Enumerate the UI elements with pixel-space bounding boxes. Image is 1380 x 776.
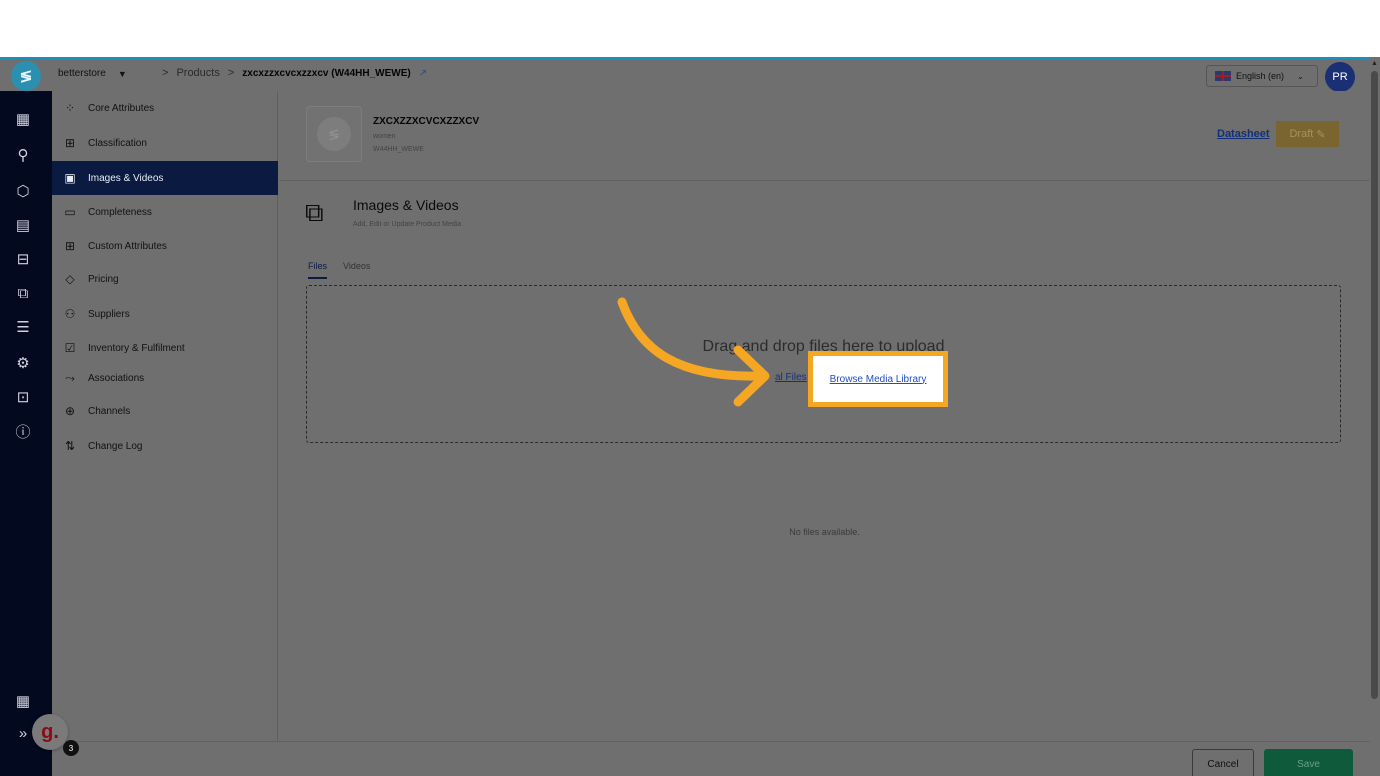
menu-item-label: Custom Attributes — [88, 240, 167, 252]
guide-widget-count-badge: 3 — [63, 740, 79, 756]
image-icon: ▣ — [64, 171, 76, 185]
scroll-up-icon[interactable]: ▲ — [1371, 60, 1378, 67]
catalog-icon[interactable]: ▤ — [13, 215, 33, 235]
product-header: ≶ ZXCXZZXCVCXZZXCV women W44HH_WEWE Data… — [279, 91, 1370, 181]
inbox-icon[interactable]: ⊟ — [13, 249, 33, 269]
menu-item-suppliers[interactable]: ⚇ Suppliers — [52, 297, 278, 331]
menu-item-label: Inventory & Fulfilment — [88, 342, 185, 354]
uk-flag-icon — [1215, 71, 1231, 81]
tag-icon: ◇ — [65, 272, 75, 286]
menu-item-label: Completeness — [88, 206, 152, 218]
menu-item-change-log[interactable]: ⇅ Change Log — [52, 429, 278, 463]
placeholder-logo-icon: ≶ — [317, 117, 351, 151]
save-button[interactable]: Save — [1264, 749, 1353, 776]
breadcrumb-separator-icon: > — [227, 67, 235, 79]
menu-item-label: Classification — [88, 137, 147, 149]
scrollbar-thumb[interactable] — [1371, 71, 1378, 699]
media-tabs: Files Videos — [308, 261, 370, 279]
breadcrumb-product: zxcxzzxcvcxzzxcv (W44HH_WEWE) — [242, 67, 411, 79]
user-avatar[interactable]: PR — [1325, 62, 1355, 92]
icon-rail: ▦ ⚲ ⬡ ▤ ⊟ ⧉ ☰ ⚙ ⊡ ⓘ ▦ » — [0, 91, 52, 776]
help-icon[interactable]: ⓘ — [13, 421, 33, 441]
menu-item-label: Core Attributes — [88, 102, 155, 114]
product-thumbnail: ≶ — [306, 106, 362, 162]
chevron-down-icon: ⌄ — [1297, 71, 1304, 81]
product-name: ZXCXZZXCVCXZZXCV — [373, 116, 480, 127]
product-sku: W44HH_WEWE — [373, 146, 424, 153]
app-logo-icon[interactable]: ≶ — [11, 61, 41, 91]
section-subtitle: Add, Edit or Update Product Media — [353, 221, 462, 228]
gear-icon[interactable]: ⚙ — [13, 353, 33, 373]
menu-item-classification[interactable]: ⊞ Classification — [52, 126, 278, 160]
box-check-icon: ☑ — [64, 341, 76, 355]
battery-icon: ▭ — [64, 205, 76, 219]
channels-icon: ⊕ — [64, 404, 76, 418]
docs-icon[interactable]: ☰ — [13, 317, 33, 337]
grid-icon: ⊞ — [64, 136, 76, 150]
menu-item-pricing[interactable]: ◇ Pricing — [52, 262, 278, 296]
store-name: betterstore — [58, 68, 106, 79]
menu-item-label: Associations — [88, 372, 145, 384]
branch-icon: ⤳ — [65, 370, 75, 385]
cube-icon[interactable]: ⬡ — [13, 181, 33, 201]
menu-item-inventory[interactable]: ☑ Inventory & Fulfilment — [52, 331, 278, 365]
action-footer: Cancel Save — [52, 741, 1370, 776]
top-blank-area — [0, 0, 1380, 57]
menu-item-label: Change Log — [88, 440, 143, 452]
language-select[interactable]: English (en) ⌄ — [1206, 65, 1318, 87]
product-category: women — [373, 133, 396, 140]
menu-item-label: Images & Videos — [88, 172, 164, 184]
breadcrumb-products[interactable]: Products — [176, 67, 219, 79]
chevron-down-icon: ▼ — [117, 68, 127, 79]
sort-icon: ⇅ — [64, 439, 76, 453]
empty-files-message: No files available. — [789, 527, 860, 537]
media-icon[interactable]: ⧉ — [13, 283, 33, 303]
images-section-icon: ⧉ — [305, 197, 324, 227]
language-label: English (en) — [1236, 71, 1285, 81]
menu-item-label: Channels — [88, 405, 131, 417]
page: ≶ betterstore ▼ > Products > zxcxzzxcvcx… — [0, 0, 1380, 776]
product-menu: ⁘ Core Attributes ⊞ Classification ▣ Ima… — [52, 91, 278, 776]
network-icon: ⁘ — [64, 101, 76, 115]
breadcrumb: > Products > zxcxzzxcvcxzzxcv (W44HH_WEW… — [162, 67, 427, 79]
menu-item-images-videos[interactable]: ▣ Images & Videos — [52, 161, 278, 195]
highlight-box: Browse Media Library — [808, 351, 948, 407]
menu-item-core-attributes[interactable]: ⁘ Core Attributes — [52, 91, 278, 125]
monitor-settings-icon[interactable]: ⊡ — [13, 387, 33, 407]
menu-item-custom-attributes[interactable]: ⊞ Custom Attributes — [52, 229, 278, 263]
datasheet-link[interactable]: Datasheet — [1217, 128, 1270, 140]
grid-plus-icon: ⊞ — [64, 239, 76, 253]
tab-videos[interactable]: Videos — [343, 261, 370, 279]
dashboard-icon[interactable]: ▦ — [13, 109, 33, 129]
products-icon[interactable]: ⚲ — [13, 145, 33, 165]
edit-icon: ✎ — [1316, 128, 1326, 141]
breadcrumb-separator-icon: > — [162, 67, 169, 79]
section-title: Images & Videos — [353, 197, 459, 213]
main-content: ≶ ZXCXZZXCVCXZZXCV women W44HH_WEWE Data… — [279, 91, 1370, 776]
store-select[interactable]: betterstore ▼ — [58, 68, 127, 79]
status-badge[interactable]: Draft ✎ — [1276, 121, 1339, 147]
user-icon: ⚇ — [64, 307, 76, 321]
menu-item-channels[interactable]: ⊕ Channels — [52, 394, 278, 428]
tab-files[interactable]: Files — [308, 261, 328, 279]
top-bar: ≶ betterstore ▼ > Products > zxcxzzxcvcx… — [0, 59, 1370, 92]
browse-media-library-link[interactable]: Browse Media Library — [830, 374, 927, 385]
apps-icon[interactable]: ▦ — [13, 691, 33, 711]
menu-item-label: Suppliers — [88, 308, 130, 320]
pointer-arrow-icon — [617, 297, 770, 407]
cancel-button[interactable]: Cancel — [1192, 749, 1254, 776]
status-label: Draft — [1289, 128, 1314, 140]
menu-item-label: Pricing — [88, 273, 119, 285]
menu-item-associations[interactable]: ⤳ Associations — [52, 361, 278, 395]
menu-item-completeness[interactable]: ▭ Completeness — [52, 195, 278, 229]
external-link-icon[interactable]: ↗ — [419, 68, 427, 79]
expand-icon[interactable]: » — [13, 723, 33, 743]
